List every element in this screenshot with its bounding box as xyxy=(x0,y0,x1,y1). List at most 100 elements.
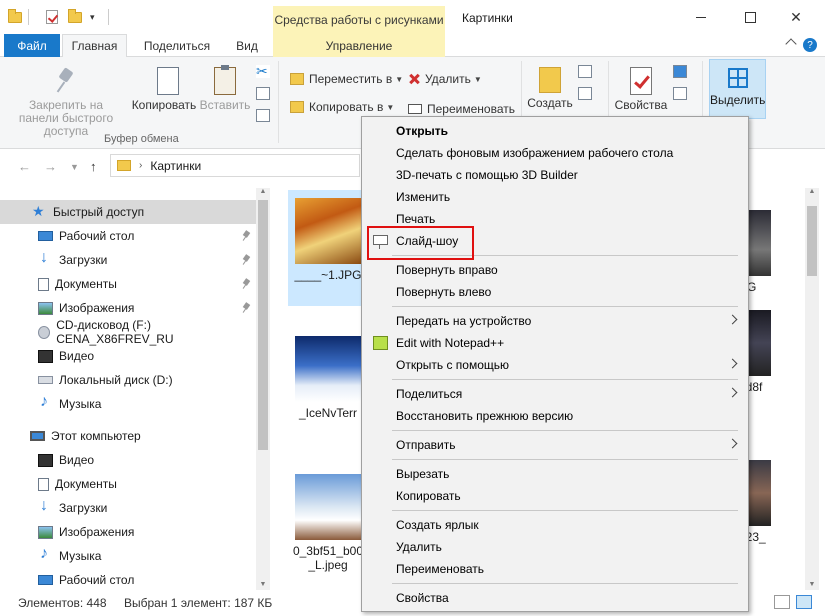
tab-manage[interactable]: Управление xyxy=(273,34,445,57)
nav-item-cd-drive[interactable]: CD-дисковод (F:) CENA_X86FREV_RU xyxy=(0,318,256,346)
paste-shortcut-icon[interactable] xyxy=(256,109,270,122)
up-icon[interactable]: ↑ xyxy=(90,159,97,174)
copy-to-icon xyxy=(290,101,304,113)
picture-tools-tab[interactable]: Средства работы с рисунками xyxy=(273,6,445,34)
properties-button[interactable]: Свойства xyxy=(612,67,670,112)
open-icon[interactable] xyxy=(673,65,687,78)
menu-item-copy[interactable]: Копировать xyxy=(364,485,746,507)
close-button[interactable]: ✕ xyxy=(782,5,810,29)
copy-path-icon[interactable] xyxy=(256,87,270,100)
menu-item-set-background[interactable]: Сделать фоновым изображением рабочего ст… xyxy=(364,142,746,164)
select-grid-icon xyxy=(727,68,748,88)
help-icon[interactable]: ? xyxy=(803,38,817,52)
menu-item-create-shortcut[interactable]: Создать ярлык xyxy=(364,514,746,536)
file-item-selected[interactable]: ____~1.JPG xyxy=(288,190,368,306)
nav-item-pictures[interactable]: Изображения xyxy=(0,296,256,320)
paste-label: Вставить xyxy=(199,98,251,112)
nav-item-desktop[interactable]: Рабочий стол xyxy=(0,224,256,248)
nav-item-pc-pictures[interactable]: Изображения xyxy=(0,520,256,544)
tab-view[interactable]: Вид xyxy=(226,34,268,57)
nav-item-label: Этот компьютер xyxy=(51,429,141,443)
menu-item-rotate-right[interactable]: Повернуть вправо xyxy=(364,259,746,281)
recent-dropdown-icon[interactable]: ▼ xyxy=(70,162,79,172)
menu-item-send-to[interactable]: Отправить xyxy=(364,434,746,456)
new-folder-qa-icon[interactable] xyxy=(68,8,82,26)
nav-item-pc-downloads[interactable]: Загрузки xyxy=(0,496,256,520)
documents-icon xyxy=(38,477,49,491)
delete-button[interactable]: Удалить ▼ xyxy=(408,72,482,86)
nav-item-pc-desktop[interactable]: Рабочий стол xyxy=(0,568,256,590)
copy-to-button[interactable]: Копировать в ▼ xyxy=(290,100,394,114)
scroll-up-icon[interactable]: ▲ xyxy=(805,188,819,195)
scrollbar-thumb[interactable] xyxy=(807,206,817,276)
nav-item-pc-video[interactable]: Видео xyxy=(0,448,256,472)
documents-icon xyxy=(38,277,49,291)
nav-item-documents[interactable]: Документы xyxy=(0,272,256,296)
menu-item-cut[interactable]: Вырезать xyxy=(364,463,746,485)
menu-item-properties[interactable]: Свойства xyxy=(364,587,746,609)
nav-scrollbar[interactable]: ▲ ▼ xyxy=(256,188,270,590)
paste-button[interactable]: Вставить xyxy=(198,65,252,112)
menu-item-open[interactable]: Открыть xyxy=(364,120,746,142)
breadcrumb[interactable]: Картинки xyxy=(150,159,201,173)
nav-item-local-disk-d[interactable]: Локальный диск (D:) xyxy=(0,368,256,392)
scroll-up-icon[interactable]: ▲ xyxy=(256,188,270,195)
rename-button[interactable]: Переименовать xyxy=(408,102,515,116)
menu-item-edit[interactable]: Изменить xyxy=(364,186,746,208)
file-item[interactable]: _IceNvTerr xyxy=(288,328,368,428)
menu-item-open-with[interactable]: Открыть с помощью xyxy=(364,354,746,376)
cd-icon xyxy=(38,325,51,339)
title-bar: ▾ Средства работы с рисунками Картинки ✕ xyxy=(0,0,825,34)
menu-item-rename[interactable]: Переименовать xyxy=(364,558,746,580)
ribbon-divider xyxy=(278,61,279,143)
large-icons-view-icon[interactable] xyxy=(796,595,812,609)
tab-home[interactable]: Главная xyxy=(62,34,127,58)
qa-dropdown-icon[interactable]: ▾ xyxy=(90,8,95,26)
select-button[interactable]: Выделить xyxy=(709,59,766,119)
folder-icon[interactable] xyxy=(8,8,22,26)
menu-item-label: Создать ярлык xyxy=(396,518,479,532)
back-icon[interactable]: ← xyxy=(18,159,31,174)
edit-icon[interactable] xyxy=(673,87,687,100)
folder-icon xyxy=(117,160,131,171)
forward-icon[interactable]: → xyxy=(44,159,57,174)
nav-item-music[interactable]: Музыка xyxy=(0,392,256,416)
thumbnail-image xyxy=(295,198,361,264)
pin-quick-access-button[interactable]: Закрепить на панели быстрого доступа xyxy=(8,67,124,138)
nav-item-video[interactable]: Видео xyxy=(0,344,256,368)
new-folder-button[interactable]: Создать xyxy=(525,67,575,110)
nav-item-downloads[interactable]: Загрузки xyxy=(0,248,256,272)
nav-item-quick-access[interactable]: Быстрый доступ xyxy=(0,200,256,224)
menu-item-cast-to-device[interactable]: Передать на устройство xyxy=(364,310,746,332)
menu-separator xyxy=(392,583,738,584)
properties-qa-icon[interactable] xyxy=(46,8,58,26)
new-item-icon[interactable] xyxy=(578,65,592,78)
menu-item-delete[interactable]: Удалить xyxy=(364,536,746,558)
menu-item-share[interactable]: Поделиться xyxy=(364,383,746,405)
collapse-ribbon-icon[interactable] xyxy=(785,38,797,50)
maximize-button[interactable] xyxy=(736,5,764,29)
content-scrollbar[interactable]: ▲ ▼ xyxy=(805,188,819,590)
menu-item-restore-version[interactable]: Восстановить прежнюю версию xyxy=(364,405,746,427)
nav-item-pc-music[interactable]: Музыка xyxy=(0,544,256,568)
copy-button[interactable]: Копировать xyxy=(128,64,200,112)
nav-item-this-pc[interactable]: Этот компьютер xyxy=(0,424,256,448)
menu-item-label: Сделать фоновым изображением рабочего ст… xyxy=(396,146,674,160)
cut-icon[interactable]: ✂ xyxy=(256,64,270,78)
menu-item-3d-print[interactable]: 3D-печать с помощью 3D Builder xyxy=(364,164,746,186)
nav-item-pc-documents[interactable]: Документы xyxy=(0,472,256,496)
easy-access-icon[interactable] xyxy=(578,87,592,100)
menu-item-notepad[interactable]: Edit with Notepad++ xyxy=(364,332,746,354)
move-to-button[interactable]: Переместить в ▼ xyxy=(290,72,403,86)
address-bar[interactable]: › Картинки xyxy=(110,154,360,177)
minimize-button[interactable] xyxy=(687,5,715,29)
file-item[interactable]: 0_3bf51_b00 _L.jpeg xyxy=(288,466,368,576)
paste-icon xyxy=(214,65,236,95)
scroll-down-icon[interactable]: ▼ xyxy=(256,581,270,588)
scrollbar-thumb[interactable] xyxy=(258,200,268,450)
details-view-icon[interactable] xyxy=(774,595,790,609)
scroll-down-icon[interactable]: ▼ xyxy=(805,581,819,588)
tab-share[interactable]: Поделиться xyxy=(137,34,217,57)
menu-item-rotate-left[interactable]: Повернуть влево xyxy=(364,281,746,303)
tab-file[interactable]: Файл xyxy=(4,34,60,57)
